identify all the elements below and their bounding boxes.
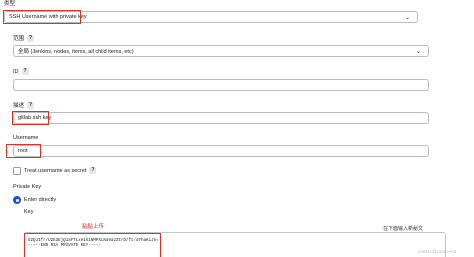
description-label: 描述 — [13, 102, 25, 109]
key-label: Key — [24, 209, 34, 215]
paste-hint: 粘贴上传 — [82, 224, 105, 230]
username-input[interactable]: root — [13, 145, 429, 157]
treat-secret-checkbox[interactable] — [13, 167, 21, 175]
new-secret-hint: 在下面输入新秘文 — [383, 226, 424, 232]
description-highlight — [12, 111, 49, 125]
id-label: ID — [13, 68, 19, 75]
key-highlight — [24, 233, 161, 257]
enter-directly-label: Enter directly — [24, 197, 57, 203]
scope-label: 范围 — [13, 35, 25, 42]
chevron-down-icon: ⌄ — [404, 15, 410, 21]
username-highlight — [6, 144, 41, 158]
help-icon[interactable]: ? — [89, 167, 97, 174]
chevron-down-icon: ⌄ — [415, 49, 421, 55]
treat-secret-label: Treat username as secret — [24, 167, 87, 174]
id-label-row: ID? — [13, 68, 29, 76]
scope-label-row: 范围? — [13, 35, 35, 43]
private-key-label: Private Key — [13, 184, 42, 190]
description-input[interactable]: gitlab ssh key — [13, 112, 429, 124]
description-label-row: 描述? — [13, 102, 35, 110]
help-icon[interactable]: ? — [27, 102, 35, 109]
kind-label: 类型 — [4, 1, 16, 7]
scope-select[interactable]: 全局 (Jenkins, nodes, items, all child ite… — [13, 45, 429, 57]
scope-value: 全局 (Jenkins, nodes, items, all child ite… — [18, 49, 134, 55]
username-label: Username — [13, 135, 39, 141]
id-input[interactable] — [13, 79, 429, 91]
help-icon[interactable]: ? — [27, 35, 35, 42]
help-icon[interactable]: ? — [21, 68, 29, 75]
enter-directly-radio[interactable] — [13, 196, 21, 204]
watermark: CSDN @cooln~nut — [418, 249, 457, 254]
treat-secret-row: Treat username as secret? — [24, 167, 97, 175]
kind-highlight — [3, 10, 81, 24]
